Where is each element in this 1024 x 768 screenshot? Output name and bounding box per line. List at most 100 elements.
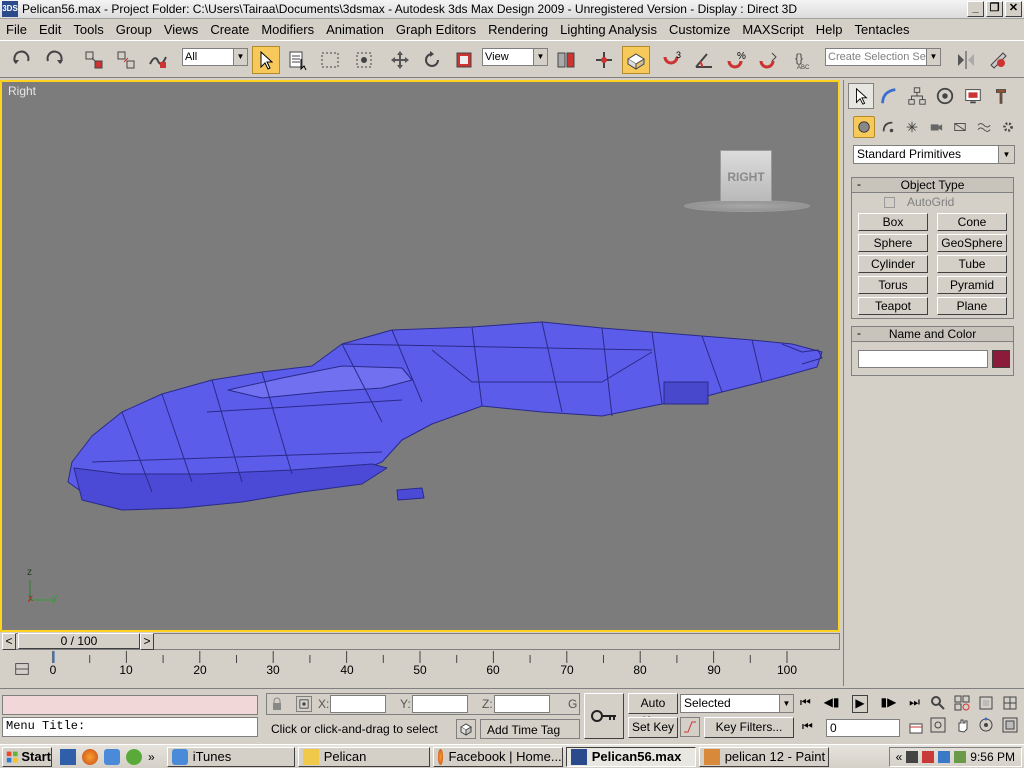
menu-maxscript[interactable]: MAXScript <box>736 22 809 37</box>
messenger-icon[interactable] <box>126 748 142 765</box>
shapes-icon[interactable] <box>877 116 899 138</box>
use-pivot-center-icon[interactable] <box>552 46 580 74</box>
autogrid-checkbox[interactable] <box>884 197 895 208</box>
lock-icon[interactable] <box>270 697 284 711</box>
zoom-all-icon[interactable] <box>954 695 974 713</box>
tray-expand[interactable]: « <box>896 750 903 764</box>
firefox-icon[interactable] <box>82 748 98 765</box>
key-mode-dropdown[interactable]: Selected ▼ <box>680 694 794 713</box>
key-filters-button[interactable]: Key Filters... <box>704 717 794 738</box>
name-and-color-header[interactable]: - Name and Color <box>852 326 1013 342</box>
tray-app-icon[interactable] <box>906 751 919 763</box>
helpers-icon[interactable] <box>949 116 971 138</box>
open-mini-curve-editor-icon[interactable] <box>12 659 32 679</box>
object-color-swatch[interactable] <box>992 350 1010 368</box>
start-button[interactable]: Start <box>2 746 52 767</box>
maxscript-listener-mini[interactable] <box>2 695 258 715</box>
named-selection-set-dropdown[interactable]: Create Selection Set ▼ <box>825 48 941 66</box>
plane-button[interactable]: Plane <box>937 297 1007 315</box>
motion-tab-icon[interactable] <box>932 83 958 109</box>
track-bar[interactable]: 0 10 20 30 40 50 60 70 80 90 100 <box>0 651 842 687</box>
select-and-move-icon[interactable] <box>386 46 414 74</box>
taskbar-item-pelican-folder[interactable]: Pelican <box>297 746 430 767</box>
clock[interactable]: 9:56 PM <box>970 750 1015 764</box>
percent-snap-icon[interactable]: % <box>722 46 750 74</box>
default-in-out-tangents-icon[interactable] <box>680 717 700 737</box>
lights-icon[interactable] <box>901 116 923 138</box>
menu-tools[interactable]: Tools <box>67 22 109 37</box>
menu-customize[interactable]: Customize <box>663 22 736 37</box>
spinner-snap-icon[interactable] <box>754 46 782 74</box>
menu-title-field[interactable]: Menu Title: <box>2 717 258 737</box>
pelican-model[interactable] <box>2 82 838 630</box>
torus-button[interactable]: Torus <box>858 276 928 294</box>
zoom-icon[interactable] <box>930 695 950 713</box>
box-button[interactable]: Box <box>858 213 928 231</box>
reference-coordinate-dropdown[interactable]: View ▼ <box>482 48 548 66</box>
orbit-icon[interactable] <box>978 717 998 735</box>
select-and-scale-icon[interactable] <box>450 46 478 74</box>
set-key-button[interactable]: Set Key <box>628 717 678 738</box>
selection-filter-dropdown[interactable]: All ▼ <box>182 48 248 66</box>
volume-icon[interactable] <box>954 751 967 763</box>
display-tab-icon[interactable] <box>960 83 986 109</box>
auto-key-button[interactable]: Auto Key <box>628 693 678 728</box>
play-icon[interactable]: ▶ <box>852 695 868 713</box>
bind-to-space-warp-icon[interactable] <box>144 46 172 74</box>
select-by-name-icon[interactable] <box>284 46 312 74</box>
object-type-header[interactable]: - Object Type <box>852 177 1013 193</box>
minimize-button[interactable]: _ <box>967 1 984 17</box>
menu-create[interactable]: Create <box>204 22 255 37</box>
cylinder-button[interactable]: Cylinder <box>858 255 928 273</box>
current-frame-field[interactable]: 0 <box>826 719 900 737</box>
add-time-tag[interactable]: Add Time Tag <box>480 719 580 739</box>
zoom-extents-all-icon[interactable] <box>1002 695 1022 713</box>
snaps-toggle-icon[interactable]: 3 <box>658 46 686 74</box>
menu-views[interactable]: Views <box>158 22 204 37</box>
time-slider-next[interactable]: > <box>140 633 154 650</box>
taskbar-item-facebook[interactable]: Facebook | Home... <box>432 746 563 767</box>
object-name-field[interactable] <box>858 350 988 368</box>
menu-group[interactable]: Group <box>110 22 158 37</box>
mirror-icon[interactable] <box>952 46 980 74</box>
x-coordinate-field[interactable] <box>330 695 386 713</box>
z-coordinate-field[interactable] <box>494 695 550 713</box>
previous-frame-icon[interactable]: ◀▮ <box>824 695 840 713</box>
modify-tab-icon[interactable] <box>876 83 902 109</box>
create-tab-icon[interactable] <box>848 83 874 109</box>
maximize-button[interactable]: ❐ <box>986 1 1003 17</box>
select-and-link-icon[interactable] <box>80 46 108 74</box>
add-time-tag-icon[interactable] <box>456 719 476 739</box>
set-keys-icon[interactable] <box>584 693 624 739</box>
key-mode-toggle-icon[interactable]: ⏮ <box>802 719 822 737</box>
viewport-right[interactable]: Right RIGHT z x y <box>0 80 840 632</box>
unlink-selection-icon[interactable] <box>112 46 140 74</box>
itunes-launch-icon[interactable] <box>104 748 120 765</box>
systems-icon[interactable] <box>997 116 1019 138</box>
window-crossing-icon[interactable] <box>350 46 378 74</box>
time-configuration-icon[interactable] <box>906 719 926 737</box>
angle-snap-icon[interactable] <box>690 46 718 74</box>
cameras-icon[interactable] <box>925 116 947 138</box>
pan-view-icon[interactable] <box>954 717 974 735</box>
redo-icon[interactable] <box>40 46 68 74</box>
tray-winamp-icon[interactable] <box>922 751 935 763</box>
sphere-button[interactable]: Sphere <box>858 234 928 252</box>
menu-lighting-analysis[interactable]: Lighting Analysis <box>554 22 663 37</box>
cone-button[interactable]: Cone <box>937 213 1007 231</box>
select-and-rotate-icon[interactable] <box>418 46 446 74</box>
menu-animation[interactable]: Animation <box>320 22 390 37</box>
network-icon[interactable] <box>938 751 951 763</box>
undo-icon[interactable] <box>8 46 36 74</box>
menu-rendering[interactable]: Rendering <box>482 22 554 37</box>
menu-graph-editors[interactable]: Graph Editors <box>390 22 482 37</box>
menu-help[interactable]: Help <box>810 22 849 37</box>
menu-modifiers[interactable]: Modifiers <box>255 22 320 37</box>
close-button[interactable]: ✕ <box>1005 1 1022 17</box>
hierarchy-tab-icon[interactable] <box>904 83 930 109</box>
next-frame-icon[interactable]: ▮▶ <box>880 695 896 713</box>
menu-edit[interactable]: Edit <box>33 22 67 37</box>
absolute-mode-icon[interactable] <box>296 696 312 712</box>
utilities-tab-icon[interactable] <box>988 83 1014 109</box>
maximize-viewport-icon[interactable] <box>1002 717 1022 735</box>
